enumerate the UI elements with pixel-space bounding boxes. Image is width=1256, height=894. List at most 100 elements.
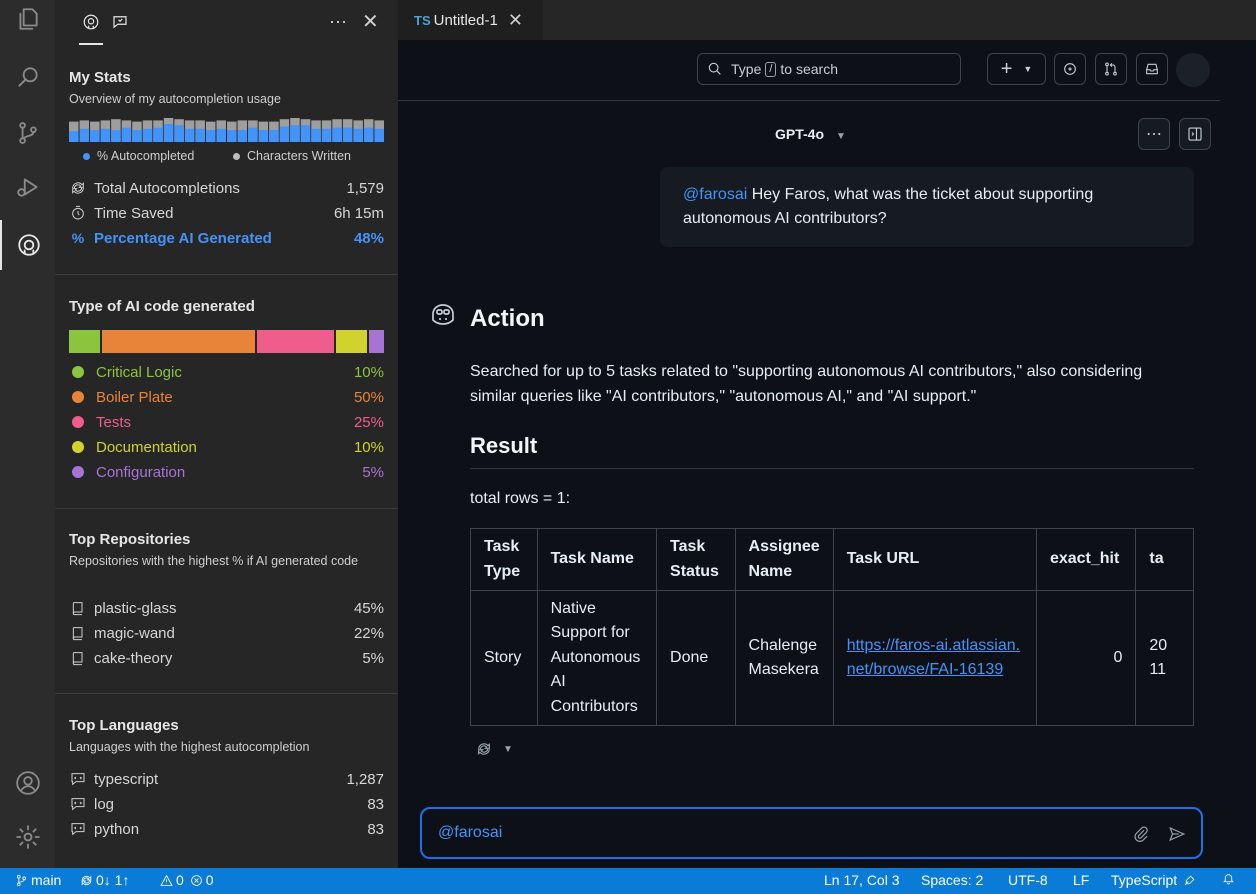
repo-row[interactable]: magic-wand 22% bbox=[69, 622, 384, 644]
create-new-button[interactable]: + ▼ bbox=[987, 53, 1046, 85]
inbox-icon bbox=[1146, 63, 1158, 75]
autocompleted-bar bbox=[374, 128, 384, 142]
repo-row[interactable]: plastic-glass 45% bbox=[69, 597, 384, 619]
ai-code-segment bbox=[69, 330, 100, 353]
git-branch-icon bbox=[17, 874, 26, 886]
account-icon[interactable] bbox=[0, 758, 55, 808]
cell-task-url: https://faros-ai.atlassian.net/browse/FA… bbox=[832, 590, 1037, 726]
feedback-icon bbox=[1185, 875, 1195, 885]
user-avatar[interactable] bbox=[1176, 53, 1210, 87]
toggle-panel-button[interactable] bbox=[1179, 118, 1211, 150]
sync-indicator[interactable]: 0↓ 1↑ bbox=[80, 872, 129, 888]
stat-value: 48% bbox=[353, 229, 384, 247]
ai-code-label: Boiler Plate bbox=[96, 388, 173, 406]
paperclip-icon[interactable] bbox=[1132, 825, 1150, 843]
repo-value: 22% bbox=[353, 624, 384, 642]
legend-dot bbox=[72, 416, 84, 428]
encoding[interactable]: UTF-8 bbox=[1008, 872, 1048, 888]
ai-code-value: 50% bbox=[353, 388, 384, 406]
chat-tab-icon[interactable] bbox=[108, 10, 132, 34]
caret-down-icon: ▼ bbox=[1023, 64, 1033, 74]
language-row[interactable]: log 83 bbox=[69, 793, 384, 815]
settings-gear-icon[interactable] bbox=[0, 812, 55, 862]
autocompleted-bar bbox=[258, 130, 269, 142]
autocompleted-bar bbox=[100, 128, 111, 142]
inbox-button[interactable] bbox=[1136, 53, 1168, 85]
task-url-link[interactable]: https://faros-ai.atlassian.net/browse/FA… bbox=[847, 637, 1020, 679]
rows-count-text: total rows = 1: bbox=[470, 490, 571, 507]
source-control-icon[interactable] bbox=[0, 108, 55, 158]
explorer-icon[interactable] bbox=[0, 0, 55, 44]
editor-tab-strip: TS Untitled-1 ✕ bbox=[398, 0, 1256, 40]
stat-row-total-autocompletions: Total Autocompletions 1,579 bbox=[69, 177, 384, 199]
activity-bar bbox=[0, 0, 55, 868]
autocompleted-bar bbox=[121, 127, 132, 142]
language-mode[interactable]: TypeScript bbox=[1111, 872, 1199, 888]
branch-name: main bbox=[31, 872, 62, 888]
col-exact-hit: exact_hit bbox=[1035, 528, 1137, 591]
more-options-button[interactable]: ⋯ bbox=[1138, 118, 1170, 150]
top-repos-section: Top Repositories Repositories with the h… bbox=[55, 508, 398, 693]
language-row[interactable]: typescript 1,287 bbox=[69, 768, 384, 790]
autocompleted-bar bbox=[111, 130, 121, 142]
problems-indicator[interactable]: 0 0 bbox=[160, 872, 214, 888]
model-selector[interactable]: GPT-4o ▼ bbox=[775, 126, 846, 142]
autocompleted-bar bbox=[321, 128, 332, 142]
issues-button[interactable] bbox=[1054, 53, 1086, 85]
regenerate-icon bbox=[478, 742, 490, 756]
active-tab-indicator bbox=[79, 43, 103, 45]
search-icon[interactable] bbox=[0, 52, 55, 102]
language-mode-label: TypeScript bbox=[1111, 872, 1178, 888]
pull-request-icon bbox=[1105, 62, 1117, 76]
branch-indicator[interactable]: main bbox=[15, 872, 61, 888]
close-sidebar-icon[interactable]: ✕ bbox=[362, 12, 379, 32]
send-icon[interactable] bbox=[1168, 825, 1186, 843]
my-stats-subtitle: Overview of my autocompletion usage bbox=[69, 92, 281, 106]
ai-code-label: Documentation bbox=[96, 438, 197, 456]
caret-down-icon[interactable]: ▼ bbox=[503, 744, 513, 755]
autocomplete-usage-chart bbox=[69, 118, 384, 142]
run-debug-icon[interactable] bbox=[0, 162, 55, 212]
pull-requests-button[interactable] bbox=[1095, 53, 1127, 85]
sync-icon bbox=[81, 875, 92, 885]
stat-label: Time Saved bbox=[94, 204, 174, 222]
language-name: python bbox=[94, 820, 140, 838]
chat-input[interactable]: @farosai bbox=[420, 807, 1203, 859]
legend-characters: Characters Written bbox=[233, 149, 351, 163]
ai-code-section: Type of AI code generated Critical Logic… bbox=[55, 274, 398, 508]
more-actions-icon[interactable]: ⋯ bbox=[329, 12, 347, 32]
notifications-bell-icon[interactable] bbox=[1222, 872, 1238, 885]
issue-circle-icon bbox=[1064, 63, 1076, 75]
legend-dot-gray bbox=[233, 152, 240, 160]
chat-panel: Type / to search + ▼ GPT-4o ▼ ⋯ @farosai … bbox=[398, 40, 1256, 868]
close-tab-icon[interactable]: ✕ bbox=[508, 10, 523, 31]
autocompleted-bar bbox=[184, 128, 195, 142]
autocompleted-bar bbox=[269, 130, 279, 142]
end-of-line[interactable]: LF bbox=[1073, 872, 1089, 888]
top-languages-subtitle: Languages with the highest autocompletio… bbox=[69, 740, 310, 754]
code-comment-icon bbox=[69, 795, 87, 813]
tab-untitled-1[interactable]: TS Untitled-1 ✕ bbox=[398, 0, 543, 40]
search-input[interactable]: Type / to search bbox=[697, 53, 961, 85]
code-comment-icon bbox=[69, 770, 87, 788]
legend-autocompleted-label: % Autocompleted bbox=[97, 149, 195, 163]
chat-input-value: @farosai bbox=[438, 824, 503, 841]
autocompleted-bar bbox=[153, 127, 163, 142]
stats-tab-icon[interactable] bbox=[79, 10, 103, 34]
faros-icon[interactable] bbox=[0, 220, 55, 270]
user-mention: @farosai bbox=[683, 186, 748, 203]
regenerate-button[interactable]: ▼ bbox=[476, 741, 513, 757]
autocompleted-bar bbox=[205, 130, 216, 142]
ai-code-segment bbox=[335, 330, 367, 353]
repo-row[interactable]: cake-theory 5% bbox=[69, 647, 384, 669]
indentation[interactable]: Spaces: 2 bbox=[921, 872, 983, 888]
language-row[interactable]: python 83 bbox=[69, 818, 384, 840]
cursor-position[interactable]: Ln 17, Col 3 bbox=[824, 872, 900, 888]
ai-code-segment bbox=[257, 330, 334, 353]
col-task-status: Task Status bbox=[656, 528, 736, 591]
ai-code-row-configuration: Configuration 5% bbox=[69, 461, 384, 483]
autocompleted-bar bbox=[237, 130, 248, 142]
sidebar-panel-icon bbox=[1188, 127, 1202, 141]
result-table-container[interactable]: Task Type Task Name Task Status Assignee… bbox=[470, 528, 1194, 726]
repo-icon bbox=[69, 624, 87, 642]
